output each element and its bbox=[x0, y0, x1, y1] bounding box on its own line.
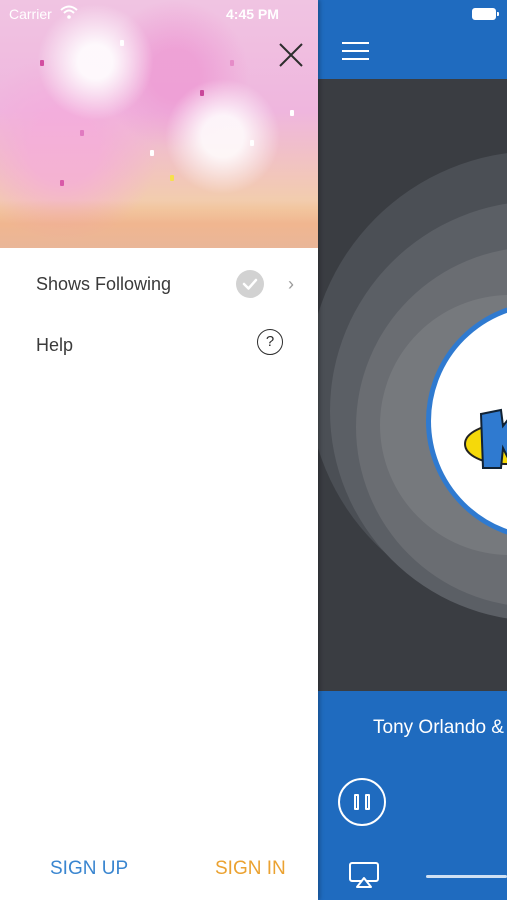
menu-item-label: Shows Following bbox=[36, 274, 172, 294]
menu-item-shows-following[interactable]: Shows Following › bbox=[0, 256, 318, 314]
hamburger-menu-icon[interactable] bbox=[342, 40, 369, 62]
close-icon[interactable] bbox=[277, 41, 305, 69]
player-screen: Tony Orlando & bbox=[318, 0, 507, 900]
pause-icon bbox=[354, 794, 359, 810]
wifi-icon bbox=[60, 5, 78, 19]
pause-button[interactable] bbox=[338, 778, 386, 826]
sign-up-button[interactable]: SIGN UP bbox=[50, 858, 128, 880]
menu-item-help[interactable]: Help ? bbox=[0, 317, 318, 375]
crowd-silhouette bbox=[0, 200, 318, 248]
album-art-area bbox=[318, 79, 507, 691]
player-top-bar bbox=[318, 0, 507, 79]
now-playing-title: Tony Orlando & bbox=[373, 717, 504, 738]
sign-in-button[interactable]: SIGN IN bbox=[215, 858, 286, 880]
status-time: 4:45 PM bbox=[226, 6, 279, 22]
battery-icon bbox=[472, 8, 499, 20]
menu-item-label: Help bbox=[36, 335, 74, 355]
airplay-icon[interactable] bbox=[348, 861, 380, 889]
checkmark-icon bbox=[236, 270, 264, 298]
drawer-header-image: Carrier 4:45 PM bbox=[0, 0, 318, 248]
question-icon: ? bbox=[257, 329, 283, 355]
side-drawer: Carrier 4:45 PM Shows Following › Help ?… bbox=[0, 0, 318, 900]
station-logo-mark-icon bbox=[464, 408, 507, 469]
volume-slider[interactable] bbox=[426, 875, 507, 878]
now-playing-bar: Tony Orlando & bbox=[318, 691, 507, 900]
status-carrier: Carrier bbox=[9, 6, 52, 22]
chevron-right-icon: › bbox=[288, 274, 294, 294]
